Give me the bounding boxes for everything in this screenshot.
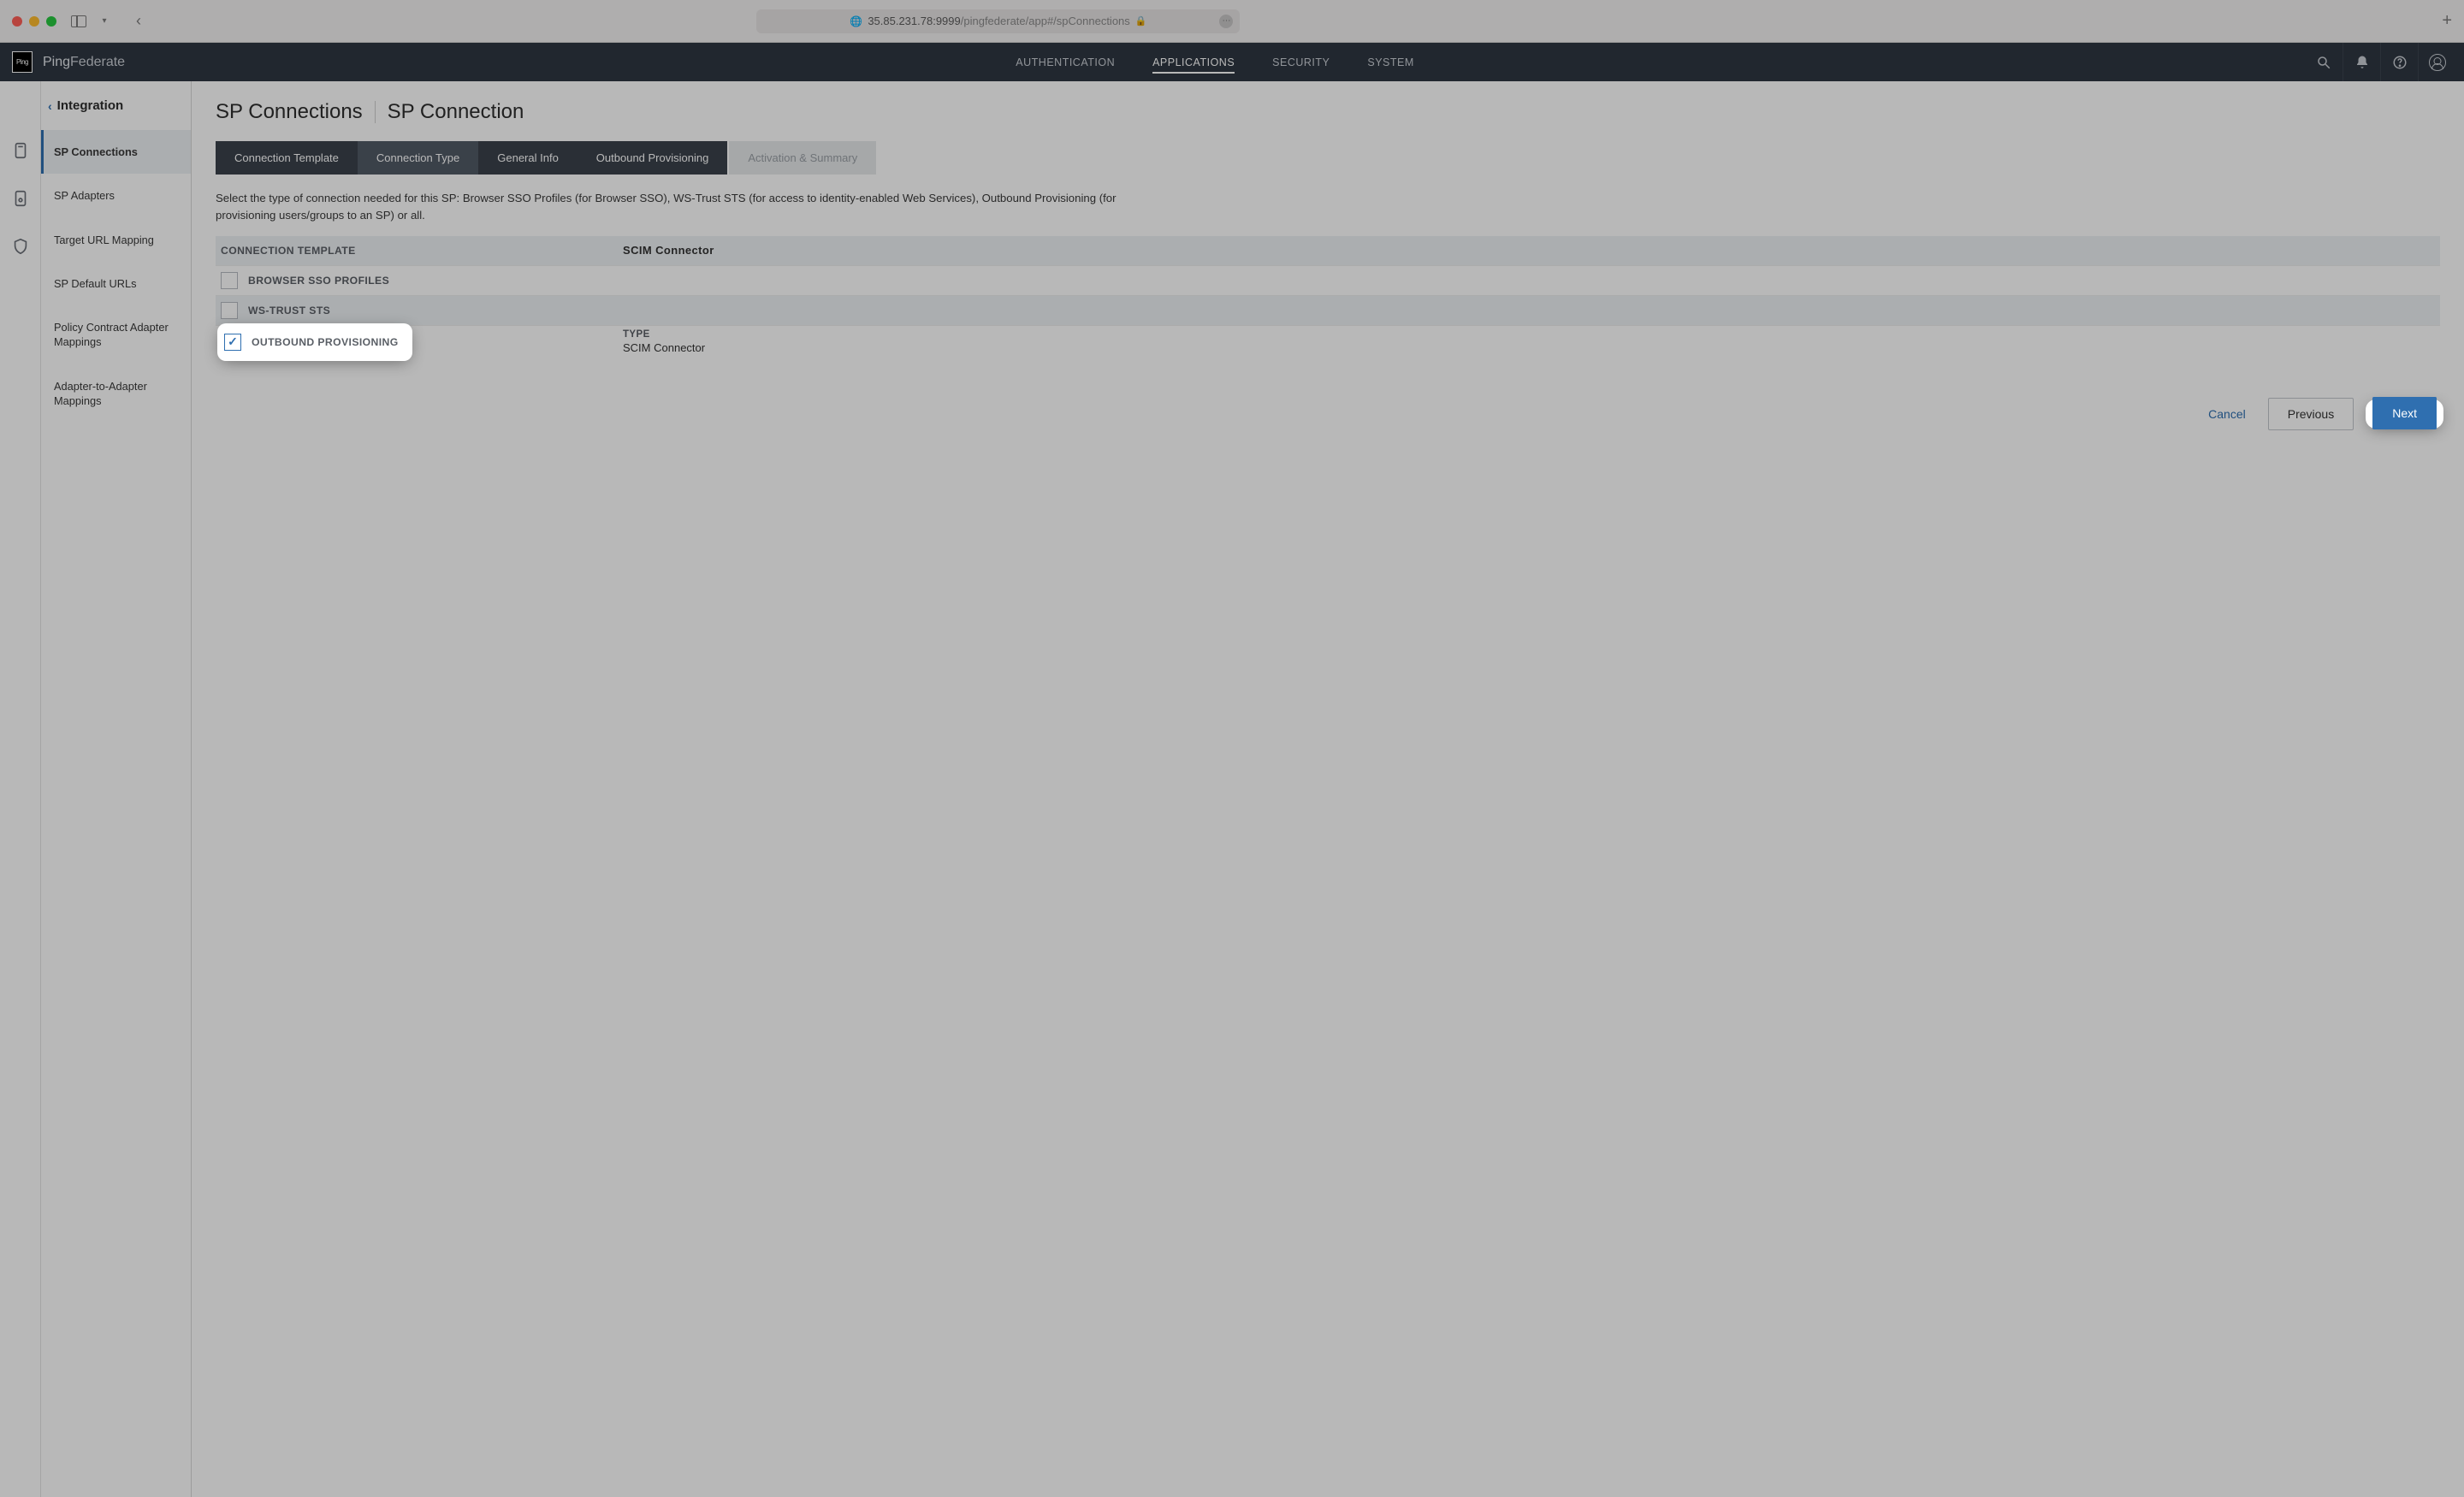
sidebar-item-sp-connections[interactable]: SP Connections <box>41 130 191 174</box>
cancel-button[interactable]: Cancel <box>2201 399 2253 429</box>
option-label: OUTBOUND PROVISIONING <box>252 336 399 348</box>
option-label: WS-TRUST STS <box>248 305 330 317</box>
rail-adapter-icon[interactable] <box>11 189 30 208</box>
step-outbound-provisioning[interactable]: Outbound Provisioning <box>578 141 728 175</box>
breadcrumb-current: SP Connection <box>388 100 524 124</box>
search-icon[interactable] <box>2305 43 2343 81</box>
maximize-window-button[interactable] <box>46 16 56 27</box>
step-connection-type[interactable]: Connection Type <box>358 141 478 175</box>
brand[interactable]: Ping PingFederate <box>0 51 125 73</box>
outbound-type-block: TYPE SCIM Connector <box>623 329 705 354</box>
browser-chrome: ▾ ‹ 🌐 35.85.231.78:9999/pingfederate/app… <box>0 0 2464 43</box>
tab-authentication[interactable]: AUTHENTICATION <box>1016 43 1115 81</box>
sidebar-item-policy-contract-adapter-mappings[interactable]: Policy Contract Adapter Mappings <box>41 305 191 364</box>
wizard-steps: Connection Template Connection Type Gene… <box>216 141 2440 175</box>
step-activation-summary: Activation & Summary <box>729 141 876 175</box>
sidebar-item-target-url-mapping[interactable]: Target URL Mapping <box>41 218 191 262</box>
close-window-button[interactable] <box>12 16 22 27</box>
option-browser-sso[interactable]: BROWSER SSO PROFILES <box>216 266 2440 296</box>
breadcrumb: SP Connections SP Connection <box>216 100 2440 124</box>
step-general-info[interactable]: General Info <box>478 141 578 175</box>
top-tabs: AUTHENTICATION APPLICATIONS SECURITY SYS… <box>1016 43 1413 81</box>
lock-icon: 🔒 <box>1135 15 1147 27</box>
chevron-left-icon: ‹ <box>48 99 52 113</box>
main-content: SP Connections SP Connection Connection … <box>192 81 2464 1497</box>
checkbox-browser-sso[interactable] <box>221 272 238 289</box>
app-header: Ping PingFederate AUTHENTICATION APPLICA… <box>0 43 2464 81</box>
nav-back-button[interactable]: ‹ <box>127 11 151 32</box>
rail-shield-icon[interactable] <box>11 237 30 256</box>
tab-system[interactable]: SYSTEM <box>1367 43 1413 81</box>
checkbox-outbound-provisioning[interactable] <box>224 334 241 351</box>
type-label: TYPE <box>623 329 705 340</box>
option-label: BROWSER SSO PROFILES <box>248 275 389 287</box>
breadcrumb-separator <box>375 101 376 123</box>
step-connection-template[interactable]: Connection Template <box>216 141 358 175</box>
sidebar-item-sp-default-urls[interactable]: SP Default URLs <box>41 262 191 305</box>
header-icons <box>2305 43 2464 81</box>
user-avatar-icon[interactable] <box>2418 43 2455 81</box>
next-button[interactable]: Next <box>2372 397 2437 429</box>
url-bar[interactable]: 🌐 35.85.231.78:9999/pingfederate/app#/sp… <box>756 9 1240 33</box>
breadcrumb-parent[interactable]: SP Connections <box>216 100 363 124</box>
checkbox-ws-trust[interactable] <box>221 302 238 319</box>
option-outbound-provisioning-row: OUTBOUND PROVISIONING TYPE SCIM Connecto… <box>216 326 2440 358</box>
side-panel-heading[interactable]: ‹ Integration <box>41 81 191 130</box>
option-outbound-provisioning[interactable]: OUTBOUND PROVISIONING <box>221 327 409 358</box>
step-description: Select the type of connection needed for… <box>216 190 1174 224</box>
rail-connection-icon[interactable] <box>11 141 30 160</box>
app-body: ‹ Integration SP Connections SP Adapters… <box>0 81 2464 1497</box>
minimize-window-button[interactable] <box>29 16 39 27</box>
template-label: CONNECTION TEMPLATE <box>221 245 623 257</box>
template-row: CONNECTION TEMPLATE SCIM Connector <box>216 236 2440 266</box>
next-button-highlight: Next <box>2369 403 2440 425</box>
url-path: /pingfederate/app#/spConnections <box>961 15 1130 27</box>
sidebar-toggle-icon[interactable] <box>67 11 91 32</box>
sidebar-item-sp-adapters[interactable]: SP Adapters <box>41 174 191 217</box>
new-tab-button[interactable]: + <box>2442 11 2452 31</box>
notifications-icon[interactable] <box>2343 43 2380 81</box>
type-value: SCIM Connector <box>623 341 705 354</box>
side-panel-title: Integration <box>57 98 124 113</box>
previous-button[interactable]: Previous <box>2268 398 2354 430</box>
brand-logo: Ping <box>12 51 33 73</box>
tab-applications[interactable]: APPLICATIONS <box>1152 43 1235 81</box>
tab-security[interactable]: SECURITY <box>1272 43 1330 81</box>
wizard-footer: Cancel Previous Next <box>216 398 2440 456</box>
globe-icon: 🌐 <box>850 15 862 27</box>
page-actions-icon[interactable]: ⋯ <box>1219 15 1233 28</box>
url-host: 35.85.231.78:9999 <box>868 15 960 27</box>
tab-group-dropdown-icon[interactable]: ▾ <box>92 11 116 32</box>
sidebar-item-adapter-to-adapter-mappings[interactable]: Adapter-to-Adapter Mappings <box>41 364 191 423</box>
icon-rail <box>0 81 41 1497</box>
side-panel: ‹ Integration SP Connections SP Adapters… <box>41 81 192 1497</box>
connection-type-form: CONNECTION TEMPLATE SCIM Connector BROWS… <box>216 236 2440 358</box>
option-ws-trust[interactable]: WS-TRUST STS <box>216 296 2440 326</box>
window-controls <box>12 16 56 27</box>
brand-name: PingFederate <box>43 55 125 70</box>
template-value: SCIM Connector <box>623 244 714 257</box>
help-icon[interactable] <box>2380 43 2418 81</box>
